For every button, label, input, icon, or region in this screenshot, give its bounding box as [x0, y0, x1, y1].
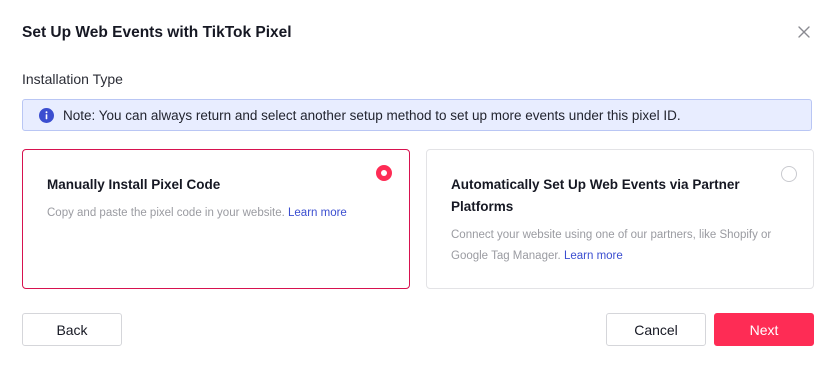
option-description: Copy and paste the pixel code in your we… [47, 203, 347, 224]
learn-more-link[interactable]: Learn more [564, 250, 623, 262]
dialog-title: Set Up Web Events with TikTok Pixel [22, 24, 292, 41]
option-title: Manually Install Pixel Code [47, 177, 221, 192]
option-description: Connect your website using one of our pa… [451, 225, 781, 267]
radio-selected[interactable] [376, 165, 392, 181]
radio-unselected[interactable] [781, 166, 797, 182]
close-button[interactable] [794, 22, 814, 42]
note-banner: Note: You can always return and select a… [22, 99, 812, 131]
cancel-button[interactable]: Cancel [606, 313, 706, 346]
installation-type-label: Installation Type [22, 71, 123, 87]
learn-more-link[interactable]: Learn more [288, 207, 347, 219]
setup-dialog: Set Up Web Events with TikTok Pixel Inst… [0, 0, 836, 367]
back-button[interactable]: Back [22, 313, 122, 346]
info-icon [39, 107, 54, 123]
note-text: Note: You can always return and select a… [63, 107, 681, 123]
close-icon [798, 26, 810, 38]
option-partner-platforms[interactable]: Automatically Set Up Web Events via Part… [426, 149, 814, 289]
option-title: Automatically Set Up Web Events via Part… [451, 177, 740, 214]
option-manual-install[interactable]: Manually Install Pixel Code Copy and pas… [22, 149, 410, 289]
next-button[interactable]: Next [714, 313, 814, 346]
option-description-text: Copy and paste the pixel code in your we… [47, 207, 285, 219]
